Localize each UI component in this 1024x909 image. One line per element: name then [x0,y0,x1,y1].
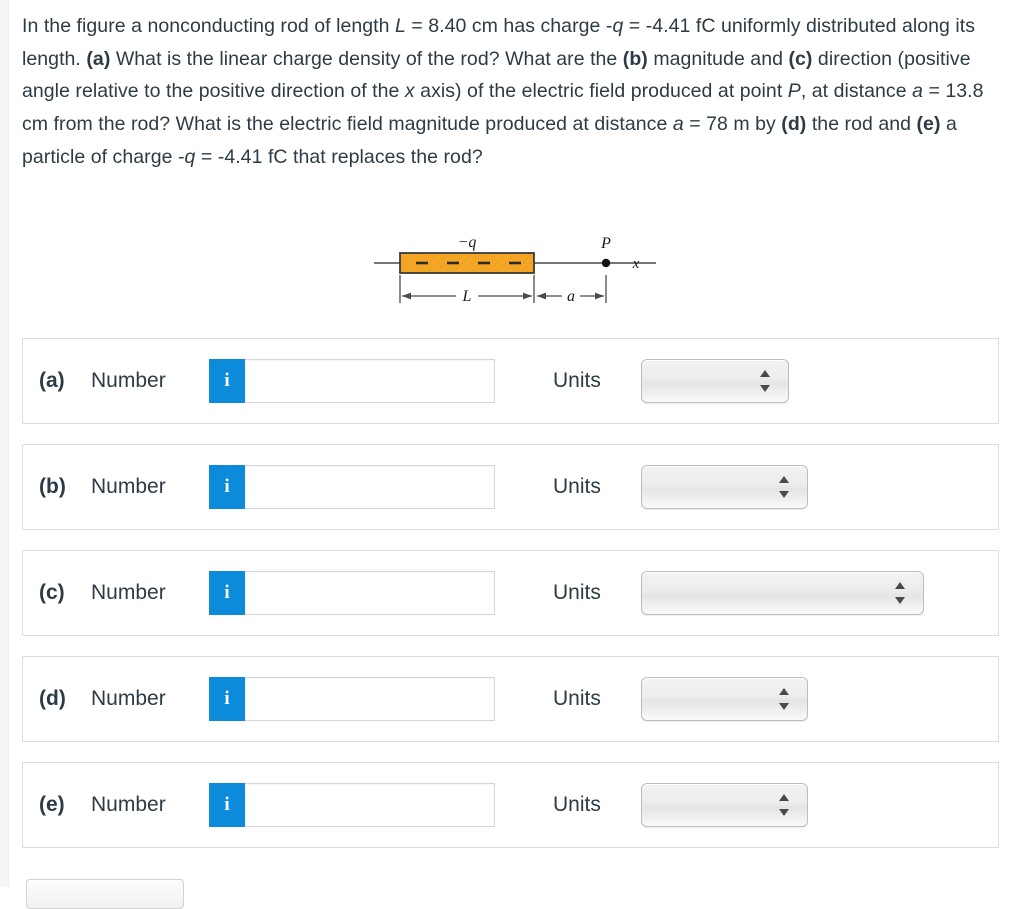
chevron-up-icon [895,582,905,589]
chevron-updown-icon [779,793,790,817]
rod-diagram-svg: −q P x L a [374,234,656,305]
answer-row-b: (b) Number i Units [22,444,999,530]
question-text-fragment: (d) [781,113,807,136]
question-text-fragment: In the figure a nonconducting rod of len… [22,15,395,37]
chevron-down-icon [895,597,905,604]
info-icon[interactable]: i [209,783,245,827]
part-letter-label: (a) [39,369,65,392]
answer-row-d: (d) Number i Units [22,656,999,742]
question-text-fragment: magnitude and [647,47,789,70]
partially-visible-button[interactable] [26,879,184,909]
units-select[interactable] [641,465,808,509]
question-statement: In the figure a nonconducting rod of len… [22,10,1000,174]
question-text-fragment: What is the linear charge density of the… [110,47,623,70]
question-text-fragment: (c) [788,47,813,70]
question-text-fragment: axis) of the electric field produced at … [414,80,788,103]
question-text-fragment: L [394,15,406,37]
question-text-fragment: q [612,15,624,37]
answer-row-e: (e) Number i Units [22,762,999,848]
number-entry-group: i [209,465,495,509]
number-entry-group: i [209,783,495,827]
units-field-label: Units [553,687,601,710]
number-field-label: Number [91,793,166,816]
units-field-label: Units [553,369,601,392]
chevron-up-icon [779,688,789,695]
units-field-label: Units [553,475,601,498]
question-text-fragment: = 8.40 cm has charge - [405,15,613,37]
info-icon[interactable]: i [209,359,245,403]
question-text-fragment: (a) [86,47,111,70]
question-text-fragment: P [787,80,801,103]
question-text-fragment: (e) [916,113,941,136]
chevron-down-icon [779,809,789,816]
part-letter-label: (b) [39,475,66,498]
question-text-fragment: x [404,80,415,103]
number-input[interactable] [245,677,495,721]
number-input[interactable] [245,783,495,827]
chevron-down-icon [779,703,789,710]
number-field-label: Number [91,581,166,604]
number-field-label: Number [91,369,166,392]
answer-row-a: (a) Number i Units [22,338,999,424]
units-field-label: Units [553,793,601,816]
length-label: L [462,288,472,305]
chevron-up-icon [760,370,770,377]
answer-row-inner: (a) Number i Units [23,339,998,423]
point-p-marker [601,258,611,268]
problem-figure: −q P x L a [370,228,660,318]
question-text-fragment: a [672,113,684,136]
part-letter-label: (c) [39,581,65,604]
question-text-fragment: a [912,80,923,103]
info-icon[interactable]: i [209,571,245,615]
answer-row-inner: (b) Number i Units [23,445,998,529]
units-select[interactable] [641,359,789,403]
point-p-label: P [600,235,611,252]
chevron-down-icon [779,491,789,498]
chevron-down-icon [760,385,770,392]
number-field-label: Number [91,475,166,498]
units-select[interactable] [641,677,808,721]
question-text-fragment: q [184,145,196,168]
question-text-fragment: (b) [622,47,648,70]
question-text-fragment: , at distance [800,80,913,103]
x-axis-label: x [632,256,640,272]
number-entry-group: i [209,359,495,403]
info-icon[interactable]: i [209,465,245,509]
answer-row-inner: (c) Number i Units [23,551,998,635]
info-icon[interactable]: i [209,677,245,721]
problem-page: In the figure a nonconducting rod of len… [0,0,1024,909]
number-input[interactable] [245,571,495,615]
number-entry-group: i [209,571,495,615]
question-text-fragment: = -4.41 fC that replaces the rod? [195,145,483,168]
chevron-updown-icon [760,369,771,393]
question-text-fragment: = 78 m by [683,113,782,136]
answer-row-c: (c) Number i Units [22,550,999,636]
answer-row-inner: (d) Number i Units [23,657,998,741]
chevron-updown-icon [895,581,906,605]
charge-label: −q [458,234,477,251]
part-letter-label: (e) [39,793,65,816]
distance-label: a [567,288,575,305]
chevron-up-icon [779,794,789,801]
number-input[interactable] [245,465,495,509]
number-field-label: Number [91,687,166,710]
chevron-updown-icon [779,687,790,711]
number-entry-group: i [209,677,495,721]
units-select[interactable] [641,571,924,615]
units-field-label: Units [553,581,601,604]
part-letter-label: (d) [39,687,66,710]
number-input[interactable] [245,359,495,403]
question-text-fragment: the rod and [806,113,917,136]
chevron-up-icon [779,476,789,483]
answer-row-inner: (e) Number i Units [23,763,998,847]
units-select[interactable] [641,783,808,827]
chevron-updown-icon [779,475,790,499]
